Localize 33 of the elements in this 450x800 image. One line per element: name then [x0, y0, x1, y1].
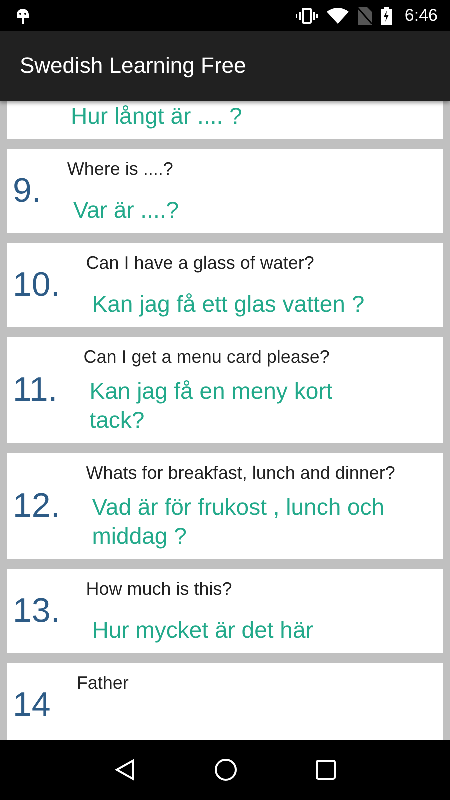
english-phrase: Whats for breakfast, lunch and dinner? [86, 462, 396, 485]
english-phrase: Can I get a menu card please? [84, 346, 331, 369]
phrase-number: 11. [13, 370, 59, 410]
english-phrase: Where is ....? [67, 158, 174, 181]
vibrate-icon [296, 8, 318, 24]
phrase-card[interactable]: 12. Whats for breakfast, lunch and dinner? Vad är för frukost , lunch och middag ? [7, 453, 443, 559]
swedish-phrase: Kan jag få ett glas vatten ? [91, 290, 366, 319]
swedish-phrase: Hur långt är .... ? [70, 102, 244, 131]
english-phrase: Can I have a glass of water? [86, 252, 316, 275]
back-icon[interactable] [114, 759, 136, 781]
home-icon[interactable] [214, 758, 238, 782]
swedish-phrase: Kan jag få en meny kort tack? [88, 377, 334, 435]
clock-time: 6:46 [404, 6, 438, 26]
english-phrase: Father [76, 672, 130, 695]
recents-icon[interactable] [316, 760, 336, 780]
phrase-number: 10. [13, 266, 62, 304]
swedish-phrase: Var är ....? [72, 196, 180, 225]
phrase-card[interactable]: 13. How much is this? Hur mycket är det här [7, 569, 443, 653]
swedish-phrase: Vad är för frukost , lunch och middag ? [91, 493, 386, 551]
wifi-icon [326, 8, 349, 24]
phrase-card[interactable]: 9. Where is ....? Var är ....? [7, 149, 443, 233]
battery-charging-icon [380, 6, 392, 24]
phrase-number: 13. [13, 592, 62, 630]
phrase-number: 9. [13, 172, 42, 210]
phrase-number: 14 [13, 686, 52, 724]
english-phrase: How much is this? [86, 578, 234, 601]
phrase-card[interactable]: 14 Father [7, 663, 443, 740]
swedish-phrase: Hur mycket är det här [91, 616, 314, 645]
no-sim-icon [358, 6, 372, 24]
phrase-card[interactable]: 10. Can I have a glass of water? Kan jag få ett glas vatten ? [7, 243, 443, 327]
phrase-number: 12. [13, 486, 62, 526]
phrase-card[interactable]: 11. Can I get a menu card please? Kan jag få en meny kort tack? [7, 337, 443, 443]
app-title: Swedish Learning Free [20, 53, 246, 79]
